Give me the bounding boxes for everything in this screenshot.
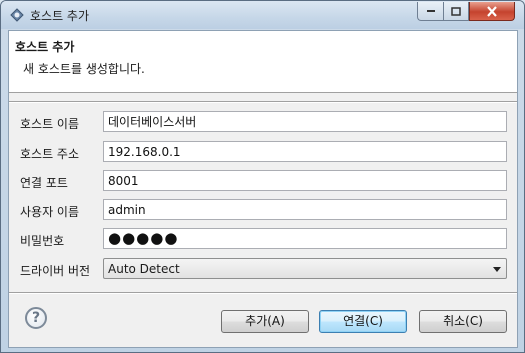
close-icon	[487, 5, 497, 17]
host-name-input[interactable]: 데이터베이스서버	[103, 111, 507, 132]
close-button[interactable]	[469, 2, 515, 21]
dialog-client-area: 호스트 추가 새 호스트를 생성합니다. 호스트 이름 데이터베이스서버 호스트…	[8, 30, 518, 348]
driver-version-select[interactable]: Auto Detect	[103, 258, 507, 279]
host-address-input[interactable]: 192.168.0.1	[103, 141, 507, 162]
help-icon[interactable]: ?	[25, 307, 47, 329]
password-input[interactable]: ●●●●●	[103, 228, 507, 249]
header-description: 새 호스트를 생성합니다.	[23, 62, 145, 76]
driver-version-label: 드라이버 버전	[20, 264, 91, 278]
top-separator	[9, 101, 517, 103]
header-title: 호스트 추가	[15, 40, 75, 54]
username-input[interactable]: admin	[103, 199, 507, 220]
username-row: 사용자 이름 admin	[9, 199, 517, 221]
cancel-button[interactable]: 취소(C)	[419, 310, 507, 333]
chevron-down-icon[interactable]	[493, 267, 501, 272]
host-name-label: 호스트 이름	[20, 117, 80, 131]
eclipse-icon	[9, 7, 25, 23]
window-title: 호스트 추가	[30, 9, 90, 23]
host-address-label: 호스트 주소	[20, 147, 80, 161]
dialog-header: 호스트 추가 새 호스트를 생성합니다.	[9, 31, 517, 93]
maximize-icon	[451, 6, 461, 16]
port-label: 연결 포트	[20, 176, 68, 190]
minimize-icon	[426, 10, 435, 12]
password-row: 비밀번호 ●●●●●	[9, 228, 517, 250]
maximize-button[interactable]	[443, 2, 469, 21]
username-label: 사용자 이름	[20, 205, 80, 219]
minimize-button[interactable]	[417, 2, 443, 21]
port-row: 연결 포트 8001	[9, 170, 517, 192]
connect-button[interactable]: 연결(C)	[319, 310, 407, 333]
driver-version-row: 드라이버 버전 Auto Detect	[9, 258, 517, 280]
host-name-row: 호스트 이름 데이터베이스서버	[9, 111, 517, 133]
dialog-window: 호스트 추가 호스트 추가 새 호스트를 생성합니다. 호스트 이름 데이터베이…	[0, 0, 525, 353]
password-label: 비밀번호	[20, 234, 65, 248]
driver-version-value: Auto Detect	[108, 262, 180, 276]
bottom-separator	[9, 292, 517, 294]
add-button[interactable]: 추가(A)	[221, 310, 309, 333]
port-input[interactable]: 8001	[103, 170, 507, 191]
title-bar[interactable]: 호스트 추가	[1, 1, 524, 29]
host-address-row: 호스트 주소 192.168.0.1	[9, 141, 517, 163]
